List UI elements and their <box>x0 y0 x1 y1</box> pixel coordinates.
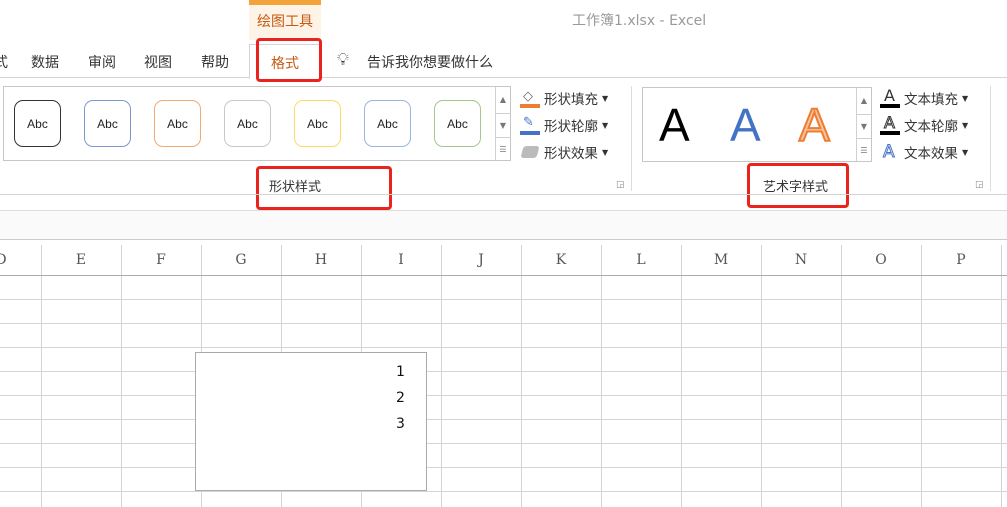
gallery-scroll-up[interactable]: ▲ <box>495 87 510 113</box>
shape-style-preset[interactable]: Abc <box>84 100 131 147</box>
shape-effects-label: 形状效果 <box>544 146 598 162</box>
formula-bar[interactable] <box>0 210 1007 240</box>
column-header[interactable]: F <box>121 252 201 268</box>
textbox-line: 3 <box>396 416 405 432</box>
gallery-expand[interactable]: ☰ <box>856 138 871 161</box>
group-separator <box>631 86 632 191</box>
header-border <box>0 275 1007 276</box>
shape-style-preset[interactable]: Abc <box>224 100 271 147</box>
wordart-preset[interactable]: A <box>798 98 831 152</box>
gridline <box>0 323 1007 324</box>
text-fill-button[interactable]: A 文本填充 ▼ <box>880 86 969 108</box>
tab-partial[interactable]: 式 <box>0 52 8 72</box>
shape-style-preset[interactable]: Abc <box>154 100 201 147</box>
ribbon-tabs: 式 数据 审阅 视图 帮助 格式 💡︎ 告诉我你想要做什么 <box>0 44 1007 79</box>
text-outline-icon: A <box>880 113 900 135</box>
column-header[interactable]: D <box>0 252 41 268</box>
shape-outline-button[interactable]: ✎ 形状轮廓 ▼ <box>520 115 608 135</box>
gallery-expand[interactable]: ☰ <box>495 137 510 160</box>
shape-style-preset[interactable]: Abc <box>364 100 411 147</box>
gridline <box>0 467 1007 468</box>
text-fill-icon: A <box>880 86 900 108</box>
gridline <box>0 491 1007 492</box>
shape-fill-label: 形状填充 <box>544 92 598 108</box>
gridline <box>0 347 1007 348</box>
paint-bucket-icon: ◇ <box>520 88 540 108</box>
column-header[interactable]: P <box>921 252 1001 268</box>
text-outline-button[interactable]: A 文本轮廓 ▼ <box>880 113 969 135</box>
column-header[interactable]: H <box>281 252 361 268</box>
gridline <box>0 419 1007 420</box>
textbox-line: 2 <box>396 390 405 406</box>
shape-style-preset[interactable]: Abc <box>294 100 341 147</box>
wordart-preset[interactable]: A <box>730 98 761 152</box>
tell-me-search[interactable]: 告诉我你想要做什么 <box>367 52 493 72</box>
column-header[interactable]: O <box>841 252 921 268</box>
column-header[interactable]: E <box>41 252 121 268</box>
pencil-outline-icon: ✎ <box>520 115 540 135</box>
text-box-shape[interactable] <box>195 352 427 491</box>
column-header[interactable]: K <box>521 252 601 268</box>
drawing-tools-context-label: 绘图工具 <box>249 0 321 40</box>
wordart-gallery: A A A ▲ ▼ ☰ <box>642 87 872 162</box>
dropdown-arrow-icon: ▼ <box>962 120 969 130</box>
shape-fill-button[interactable]: ◇ 形状填充 ▼ <box>520 88 608 108</box>
dialog-launcher-icon[interactable]: ◲ <box>616 180 625 190</box>
text-effects-label: 文本效果 <box>904 146 958 162</box>
gallery-scroll-down[interactable]: ▼ <box>495 113 510 137</box>
column-header[interactable]: N <box>761 252 841 268</box>
dropdown-arrow-icon: ▼ <box>962 93 969 103</box>
text-fill-label: 文本填充 <box>904 92 958 108</box>
text-effects-icon: A <box>883 142 896 163</box>
shape-effects-button[interactable]: 形状效果 ▼ <box>520 142 608 162</box>
textbox-line: 1 <box>396 364 405 380</box>
highlight-format-tab <box>256 38 322 82</box>
tab-view[interactable]: 视图 <box>144 52 172 72</box>
text-effects-button[interactable]: A 文本效果 ▼ <box>880 142 969 163</box>
tab-data[interactable]: 数据 <box>31 52 59 72</box>
column-header[interactable]: J <box>441 252 521 268</box>
column-header[interactable]: L <box>601 252 681 268</box>
gridline <box>0 299 1007 300</box>
highlight-shape-styles <box>256 166 392 210</box>
dropdown-arrow-icon: ▼ <box>602 120 609 130</box>
wordart-preset[interactable]: A <box>659 98 690 152</box>
gallery-scroll-up[interactable]: ▲ <box>856 88 871 114</box>
gallery-scroll-down[interactable]: ▼ <box>856 114 871 138</box>
shape-style-preset[interactable]: Abc <box>434 100 481 147</box>
dropdown-arrow-icon: ▼ <box>602 93 609 103</box>
shape-outline-label: 形状轮廓 <box>544 119 598 135</box>
text-outline-label: 文本轮廓 <box>904 119 958 135</box>
shape-effects-icon <box>520 142 540 162</box>
tab-review[interactable]: 审阅 <box>88 52 116 72</box>
shape-style-preset[interactable]: Abc <box>14 100 61 147</box>
shape-styles-gallery: Abc Abc Abc Abc Abc Abc Abc ▲ ▼ ☰ <box>3 86 511 161</box>
ribbon-bottom-border <box>0 194 1007 195</box>
tab-help[interactable]: 帮助 <box>201 52 229 72</box>
column-header[interactable]: M <box>681 252 761 268</box>
dialog-launcher-icon[interactable]: ◲ <box>975 180 984 190</box>
gridline <box>0 371 1007 372</box>
column-header[interactable]: G <box>201 252 281 268</box>
highlight-wordart-styles <box>747 163 849 208</box>
lightbulb-icon: 💡︎ <box>337 50 349 70</box>
dropdown-arrow-icon: ▼ <box>962 147 969 157</box>
group-separator <box>990 86 991 191</box>
column-header[interactable]: I <box>361 252 441 268</box>
window-title: 工作簿1.xlsx - Excel <box>572 13 707 29</box>
dropdown-arrow-icon: ▼ <box>602 147 609 157</box>
gridline <box>0 395 1007 396</box>
gridline <box>0 443 1007 444</box>
